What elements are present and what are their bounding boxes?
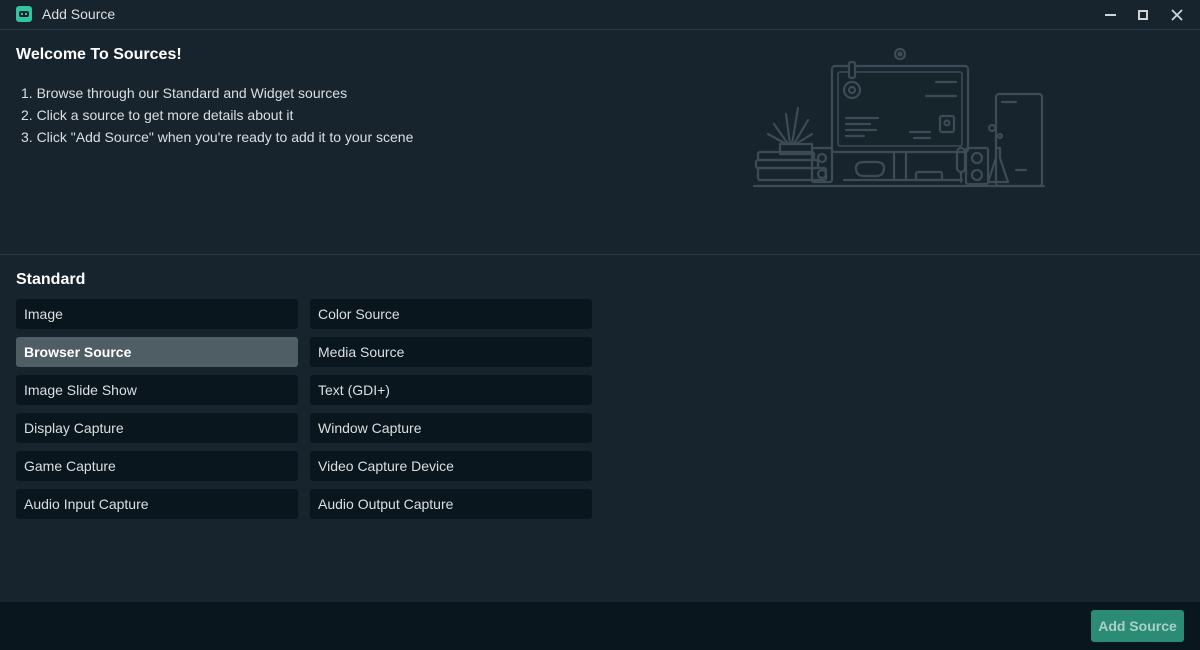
minimize-button[interactable] bbox=[1094, 0, 1126, 29]
app-logo-icon bbox=[16, 6, 32, 22]
maximize-button[interactable] bbox=[1127, 0, 1159, 29]
source-game-capture[interactable]: Game Capture bbox=[16, 451, 298, 481]
footer-bar bbox=[0, 602, 1200, 650]
welcome-title: Welcome To Sources! bbox=[16, 46, 182, 63]
minimize-icon bbox=[1104, 13, 1116, 16]
instruction-step: 2. Click a source to get more details ab… bbox=[21, 107, 294, 123]
source-color[interactable]: Color Source bbox=[310, 299, 592, 329]
source-image-slide-show[interactable]: Image Slide Show bbox=[16, 375, 298, 405]
source-browser[interactable]: Browser Source bbox=[16, 337, 298, 367]
add-source-button[interactable]: Add Source bbox=[1091, 610, 1184, 642]
source-audio-output-capture[interactable]: Audio Output Capture bbox=[310, 489, 592, 519]
window-title: Add Source bbox=[42, 6, 116, 22]
source-window-capture[interactable]: Window Capture bbox=[310, 413, 592, 443]
instruction-step: 1. Browse through our Standard and Widge… bbox=[21, 85, 348, 101]
instruction-step: 3. Click "Add Source" when you're ready … bbox=[21, 129, 414, 145]
desk-setup-illustration bbox=[752, 47, 1046, 188]
standard-section-title: Standard bbox=[16, 271, 86, 288]
source-audio-input-capture[interactable]: Audio Input Capture bbox=[16, 489, 298, 519]
source-media[interactable]: Media Source bbox=[310, 337, 592, 367]
source-image[interactable]: Image bbox=[16, 299, 298, 329]
maximize-icon bbox=[1138, 9, 1148, 20]
title-bar: Add Source bbox=[0, 0, 1200, 30]
source-text-gdi[interactable]: Text (GDI+) bbox=[310, 375, 592, 405]
close-button[interactable] bbox=[1161, 0, 1193, 29]
close-icon bbox=[1171, 8, 1183, 21]
instruction-list: 1. Browse through our Standard and Widge… bbox=[21, 82, 413, 148]
source-display-capture[interactable]: Display Capture bbox=[16, 413, 298, 443]
source-video-capture-device[interactable]: Video Capture Device bbox=[310, 451, 592, 481]
